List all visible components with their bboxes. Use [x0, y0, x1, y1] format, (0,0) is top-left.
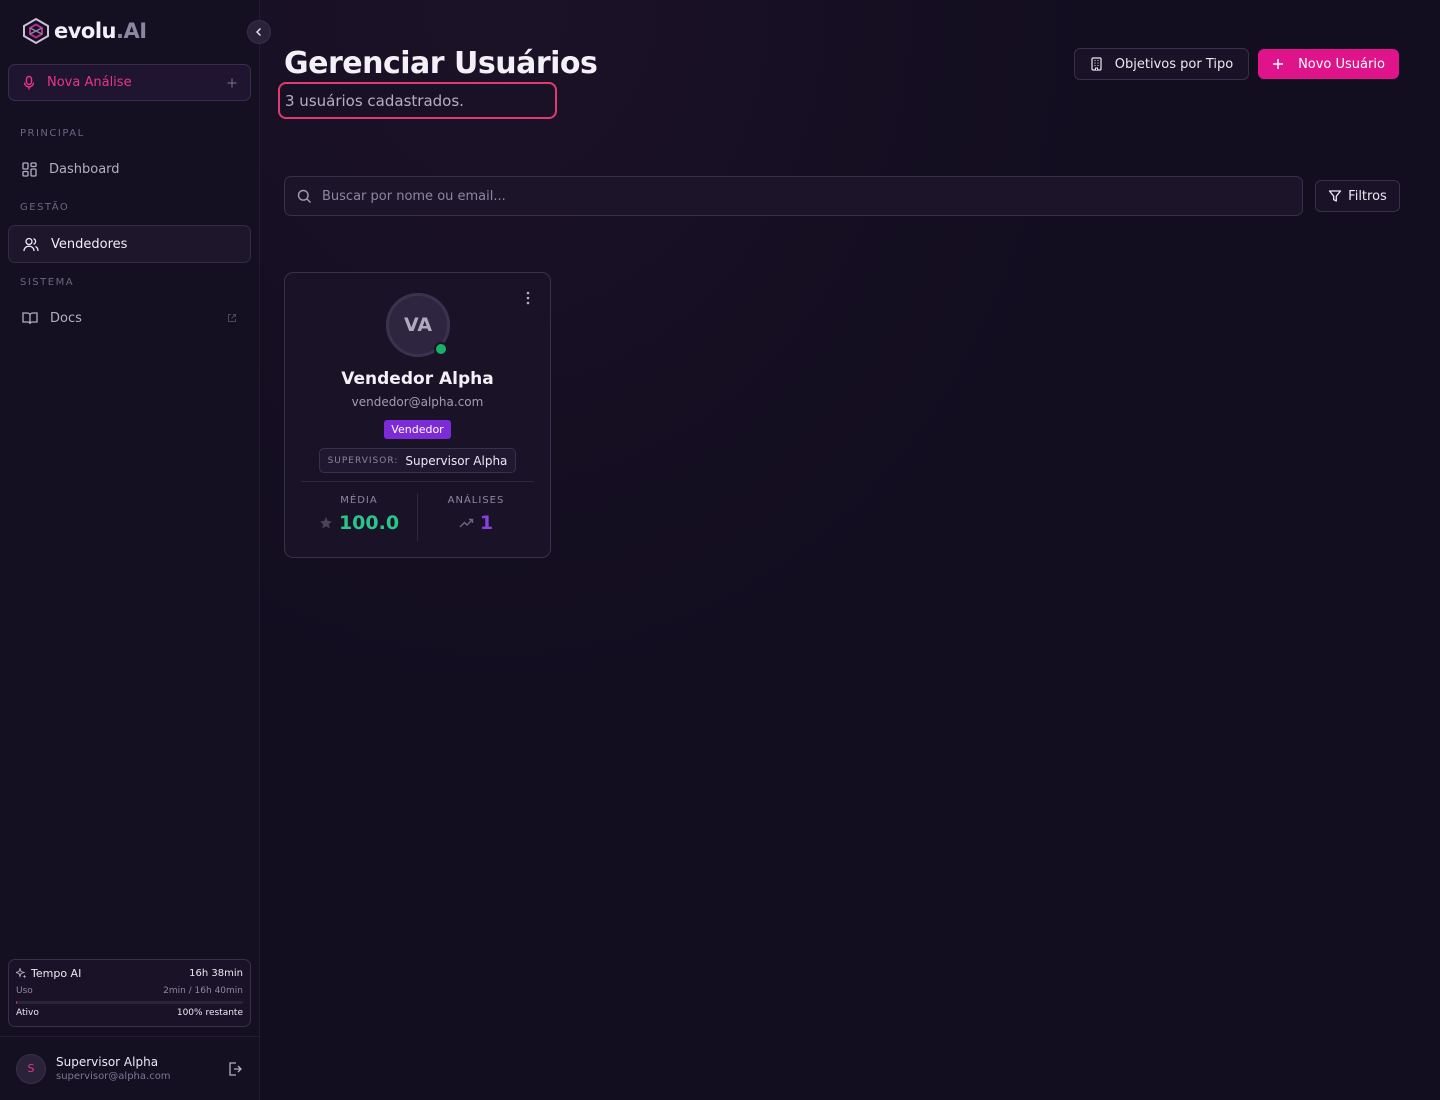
brand-logo[interactable]: evolu.AI [22, 17, 147, 45]
sidebar-item-label: Vendedores [51, 236, 128, 252]
plus-icon [1273, 59, 1284, 69]
stat-analises-label: ANÁLISES [447, 495, 505, 506]
tempo-uso-value: 2min / 16h 40min [163, 986, 243, 996]
stat-media: MÉDIA 100.0 [301, 495, 417, 534]
tempo-ai-title: Tempo AI [16, 967, 81, 980]
section-label-principal: PRINCIPAL [20, 128, 85, 139]
filtros-label: Filtros [1348, 188, 1387, 204]
collapse-sidebar-button[interactable] [247, 20, 271, 44]
role-badge: Vendedor [384, 420, 451, 439]
user-count-subtitle: 3 usuários cadastrados. [285, 92, 464, 110]
tempo-uso-label: Uso [16, 986, 33, 996]
section-label-sistema: SISTEMA [20, 277, 75, 288]
current-user-email: supervisor@alpha.com [56, 1071, 171, 1082]
more-vertical-icon[interactable] [526, 291, 530, 305]
avatar[interactable]: S [16, 1053, 46, 1084]
supervisor-label: SUPERVISOR: [327, 455, 399, 466]
tempo-ai-total: 16h 38min [189, 968, 243, 979]
user-name: Vendedor Alpha [341, 369, 494, 389]
users-icon [23, 237, 39, 251]
plus-icon [227, 78, 237, 87]
sparkles-icon [16, 968, 27, 979]
stat-analises: ANÁLISES 1 [418, 495, 534, 534]
star-icon [319, 517, 332, 529]
stat-analises-value: 1 [479, 512, 494, 534]
microphone-icon [23, 75, 35, 89]
card-divider [301, 481, 534, 482]
user-email: vendedor@alpha.com [351, 395, 484, 409]
brand-name: evolu.AI [54, 19, 147, 43]
dashboard-icon [22, 161, 37, 177]
building-icon [1091, 57, 1102, 71]
trending-up-icon [459, 518, 474, 528]
search-input[interactable] [322, 188, 1290, 204]
search-bar [284, 176, 1303, 216]
tempo-usage-bar [16, 1001, 243, 1004]
objetivos-label: Objetivos por Tipo [1114, 56, 1234, 72]
page-title: Gerenciar Usuários [284, 46, 598, 81]
sidebar-item-vendedores[interactable]: Vendedores [8, 225, 251, 263]
sidebar-item-docs[interactable]: Docs [8, 299, 251, 337]
tempo-status: Ativo [16, 1008, 39, 1018]
search-icon [297, 189, 311, 203]
section-label-gestao: GESTÃO [20, 202, 70, 213]
filter-icon [1329, 190, 1342, 202]
nova-analise-button[interactable]: Nova Análise [8, 64, 251, 101]
book-icon [22, 312, 38, 325]
user-count-highlight: 3 usuários cadastrados. [278, 82, 557, 119]
current-user-footer: S Supervisor Alpha supervisor@alpha.com [0, 1036, 259, 1100]
current-user-name: Supervisor Alpha [56, 1055, 159, 1069]
filtros-button[interactable]: Filtros [1315, 180, 1400, 212]
nova-analise-label: Nova Análise [47, 75, 132, 90]
main-content: Gerenciar Usuários 3 usuários cadastrado… [260, 0, 1440, 1100]
logout-icon[interactable] [227, 1061, 243, 1077]
stat-media-value: 100.0 [338, 512, 400, 534]
sidebar-item-dashboard[interactable]: Dashboard [8, 150, 251, 188]
supervisor-name: Supervisor Alpha [405, 453, 508, 468]
chevron-left-icon [256, 28, 261, 36]
sidebar-item-label: Docs [50, 310, 82, 326]
sidebar-item-label: Dashboard [49, 161, 120, 177]
user-card[interactable]: VA Vendedor Alpha vendedor@alpha.com Ven… [284, 272, 551, 558]
external-link-icon [228, 314, 236, 322]
evolu-logo-icon [23, 17, 49, 45]
tempo-remaining: 100% restante [176, 1008, 243, 1018]
tempo-ai-card: Tempo AI 16h 38min Uso 2min / 16h 40min … [8, 959, 251, 1027]
sidebar: evolu.AI Nova Análise PRINCIPAL Dashboar… [0, 0, 260, 1100]
online-status-dot [434, 342, 448, 356]
novo-usuario-button[interactable]: Novo Usuário [1258, 49, 1399, 79]
objetivos-por-tipo-button[interactable]: Objetivos por Tipo [1074, 48, 1249, 80]
novo-usuario-label: Novo Usuário [1298, 56, 1385, 72]
supervisor-tag: SUPERVISOR: Supervisor Alpha [319, 448, 516, 473]
stat-media-label: MÉDIA [340, 495, 378, 506]
